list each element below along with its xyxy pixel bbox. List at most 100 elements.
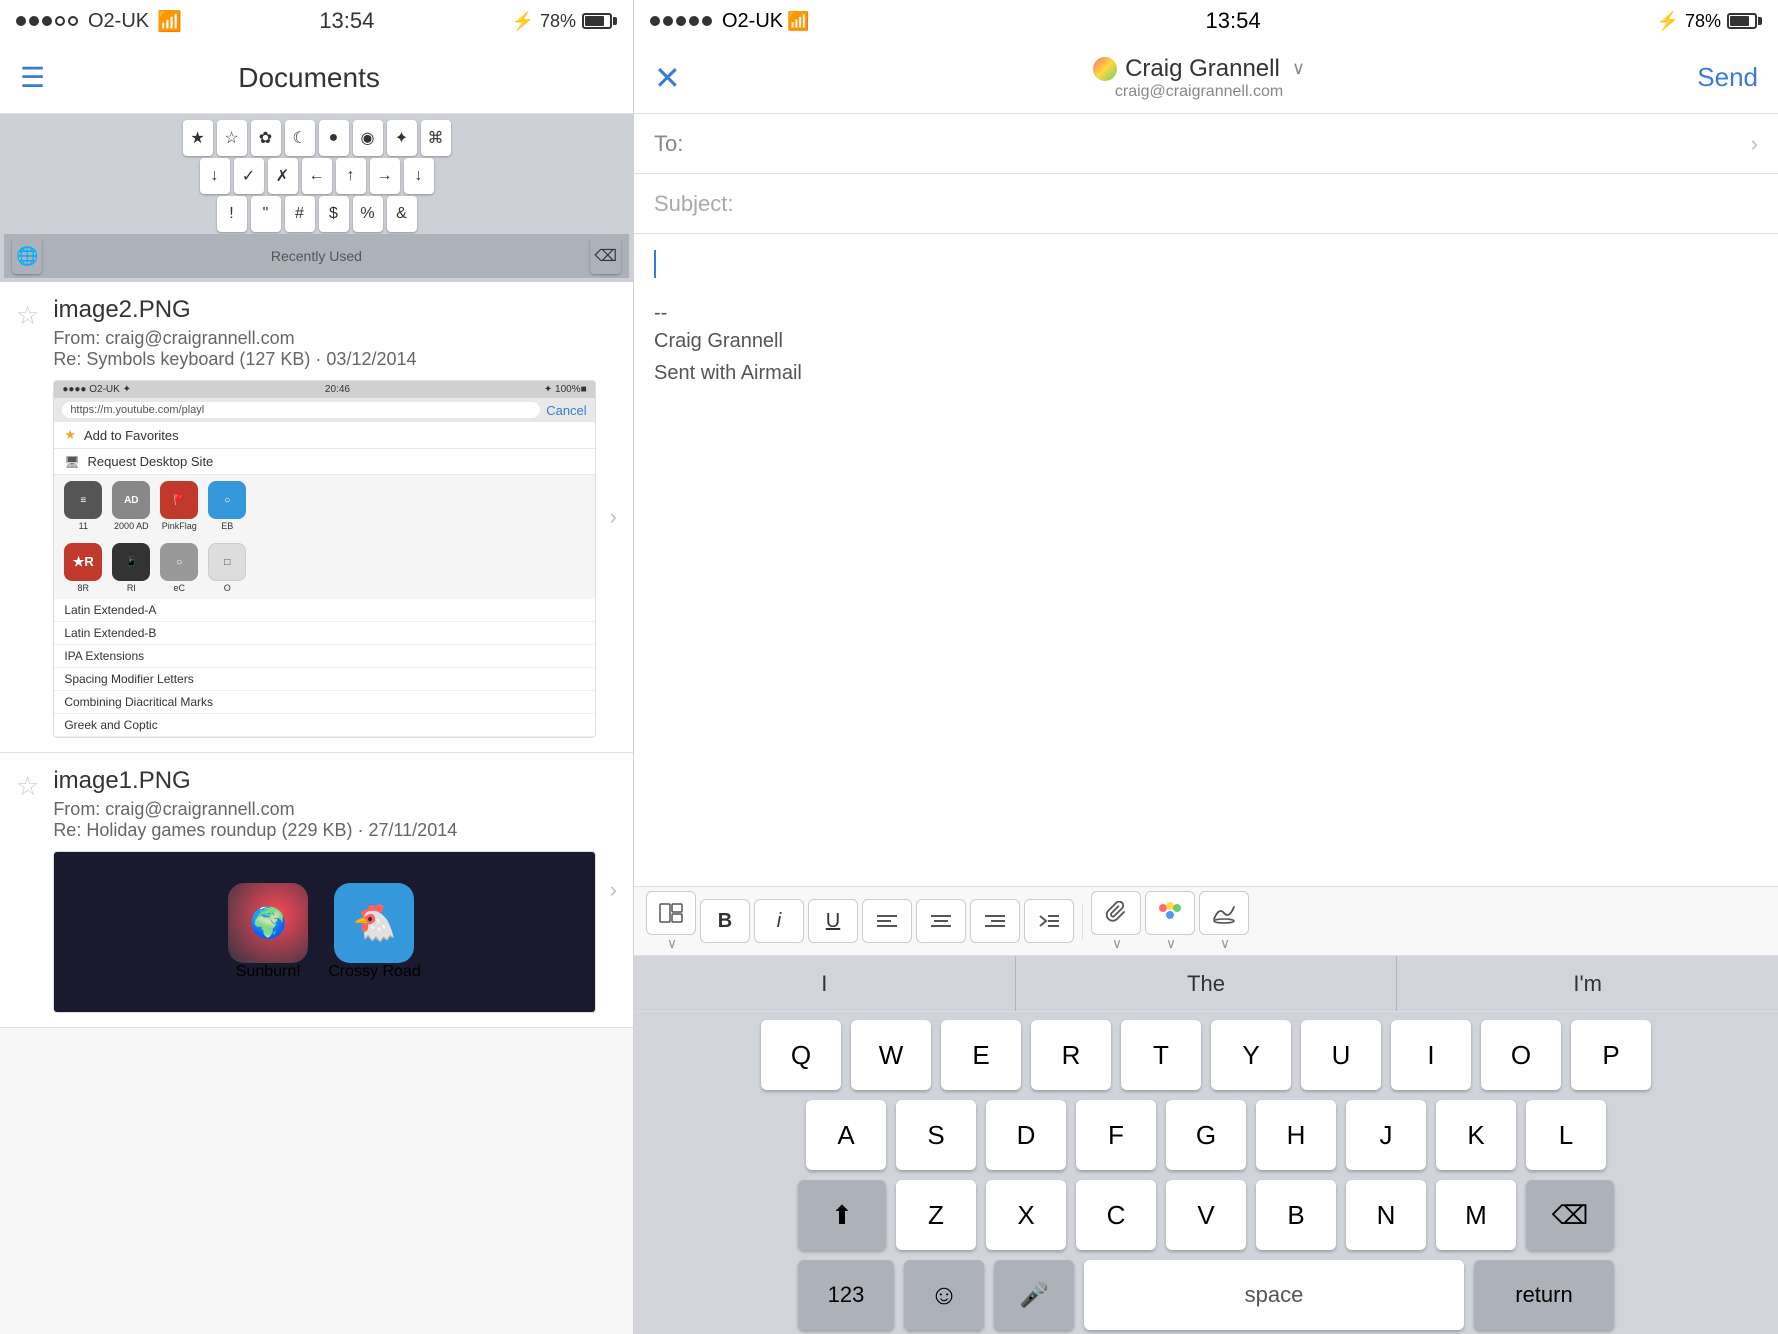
doc-item-image1[interactable]: ☆ image1.PNG From: craig@craigrannell.co… <box>0 753 633 1028</box>
key-Y[interactable]: Y <box>1211 1020 1291 1090</box>
align-center-button[interactable] <box>916 899 966 943</box>
preview-cancel-btn[interactable]: Cancel <box>546 403 586 418</box>
layout-button[interactable] <box>646 891 696 935</box>
key-L[interactable]: L <box>1526 1100 1606 1170</box>
kb-circle-dot[interactable]: ◉ <box>353 120 383 156</box>
key-O[interactable]: O <box>1481 1020 1561 1090</box>
app-icon-img-r2-3[interactable]: □ <box>208 543 246 581</box>
kb-star-outline[interactable]: ☆ <box>217 120 247 156</box>
autocomplete-I[interactable]: I <box>634 956 1016 1011</box>
key-M[interactable]: M <box>1436 1180 1516 1250</box>
doc-item-image2[interactable]: ☆ image2.PNG From: craig@craigrannell.co… <box>0 282 633 753</box>
kb-arrow-right[interactable]: → <box>370 158 400 194</box>
kb-delete-key[interactable]: ⌫ <box>590 238 621 274</box>
kb-cmd[interactable]: ⌘ <box>421 120 451 156</box>
kb-hash[interactable]: # <box>285 196 315 232</box>
key-J[interactable]: J <box>1346 1100 1426 1170</box>
globe-icon[interactable]: 🌐 <box>12 238 42 274</box>
attach-button[interactable] <box>1091 891 1141 935</box>
key-E[interactable]: E <box>941 1020 1021 1090</box>
kb-sparkle[interactable]: ✦ <box>387 120 417 156</box>
app-icon-img-r2-1[interactable]: 📱 <box>112 543 150 581</box>
email-body[interactable]: -- Craig Grannell Sent with Airmail <box>634 234 1778 886</box>
kb-circle-filled[interactable]: ● <box>319 120 349 156</box>
kb-asterisk[interactable]: ✿ <box>251 120 281 156</box>
kb-arrow-down1[interactable]: ↓ <box>200 158 230 194</box>
kb-arrow-left[interactable]: ← <box>302 158 332 194</box>
autocomplete-The[interactable]: The <box>1016 956 1398 1011</box>
align-right-button[interactable] <box>970 899 1020 943</box>
backspace-key[interactable]: ⌫ <box>1526 1180 1614 1250</box>
key-D[interactable]: D <box>986 1100 1066 1170</box>
preview-list-2[interactable]: IPA Extensions <box>54 645 594 668</box>
key-I[interactable]: I <box>1391 1020 1471 1090</box>
align-left-button[interactable] <box>862 899 912 943</box>
kb-arrow-down2[interactable]: ↓ <box>404 158 434 194</box>
hamburger-icon[interactable]: ☰ <box>20 64 45 92</box>
key-R[interactable]: R <box>1031 1020 1111 1090</box>
preview-add-favorites[interactable]: ★ Add to Favorites <box>54 422 594 449</box>
preview-list-4[interactable]: Combining Diacritical Marks <box>54 691 594 714</box>
app-icon-img-1[interactable]: AD <box>112 481 150 519</box>
kb-quote[interactable]: " <box>251 196 281 232</box>
photos-button[interactable] <box>1145 891 1195 935</box>
app-icon-img-0[interactable]: ≡ <box>64 481 102 519</box>
italic-button[interactable]: i <box>754 899 804 943</box>
kb-star[interactable]: ★ <box>183 120 213 156</box>
key-N[interactable]: N <box>1346 1180 1426 1250</box>
key-W[interactable]: W <box>851 1020 931 1090</box>
kb-cross[interactable]: ✗ <box>268 158 298 194</box>
key-Q[interactable]: Q <box>761 1020 841 1090</box>
preview-url[interactable]: https://m.youtube.com/playl <box>62 402 540 418</box>
key-B[interactable]: B <box>1256 1180 1336 1250</box>
microphone-key[interactable]: 🎤 <box>994 1260 1074 1330</box>
emoji-key[interactable]: ☺ <box>904 1260 984 1330</box>
subject-placeholder[interactable]: Subject: <box>654 191 734 217</box>
app-icon-img-3[interactable]: ○ <box>208 481 246 519</box>
preview-request-desktop[interactable]: 🖥 Request Desktop Site <box>54 449 594 475</box>
kb-ampersand[interactable]: & <box>387 196 417 232</box>
preview-list-5[interactable]: Greek and Coptic <box>54 714 594 737</box>
autocomplete-Im[interactable]: I'm <box>1397 956 1778 1011</box>
signature-button[interactable] <box>1199 891 1249 935</box>
key-S[interactable]: S <box>896 1100 976 1170</box>
key-C[interactable]: C <box>1076 1180 1156 1250</box>
key-V[interactable]: V <box>1166 1180 1246 1250</box>
bold-button[interactable]: B <box>700 899 750 943</box>
kb-crescent[interactable]: ☾ <box>285 120 315 156</box>
kb-arrow-up[interactable]: ↑ <box>336 158 366 194</box>
to-field[interactable]: To: › <box>634 114 1778 174</box>
subject-field[interactable]: Subject: <box>634 174 1778 234</box>
preview-list-3[interactable]: Spacing Modifier Letters <box>54 668 594 691</box>
key-A[interactable]: A <box>806 1100 886 1170</box>
key-T[interactable]: T <box>1121 1020 1201 1090</box>
app-icon-img-2[interactable]: 🚩 <box>160 481 198 519</box>
shift-key[interactable]: ⬆ <box>798 1180 886 1250</box>
numbers-key[interactable]: 123 <box>798 1260 894 1330</box>
kb-dollar[interactable]: $ <box>319 196 349 232</box>
crossy-road-game-icon[interactable]: 🐔 <box>334 883 414 963</box>
key-K[interactable]: K <box>1436 1100 1516 1170</box>
key-U[interactable]: U <box>1301 1020 1381 1090</box>
send-button[interactable]: Send <box>1697 62 1758 93</box>
app-icon-img-r2-0[interactable]: ★R <box>64 543 102 581</box>
preview-list-1[interactable]: Latin Extended-B <box>54 622 594 645</box>
key-P[interactable]: P <box>1571 1020 1651 1090</box>
space-key[interactable]: space <box>1084 1260 1464 1330</box>
key-Z[interactable]: Z <box>896 1180 976 1250</box>
return-key[interactable]: return <box>1474 1260 1614 1330</box>
underline-button[interactable]: U <box>808 899 858 943</box>
key-X[interactable]: X <box>986 1180 1066 1250</box>
star-icon-image1[interactable]: ☆ <box>16 771 39 802</box>
preview-list-0[interactable]: Latin Extended-A <box>54 599 594 622</box>
kb-exclaim[interactable]: ! <box>217 196 247 232</box>
indent-button[interactable] <box>1024 899 1074 943</box>
key-H[interactable]: H <box>1256 1100 1336 1170</box>
key-G[interactable]: G <box>1166 1100 1246 1170</box>
kb-check[interactable]: ✓ <box>234 158 264 194</box>
star-icon-image2[interactable]: ☆ <box>16 300 39 331</box>
close-compose-button[interactable]: ✕ <box>654 59 681 97</box>
sunburn-game-icon[interactable]: 🌍 <box>228 883 308 963</box>
kb-percent[interactable]: % <box>353 196 383 232</box>
key-F[interactable]: F <box>1076 1100 1156 1170</box>
